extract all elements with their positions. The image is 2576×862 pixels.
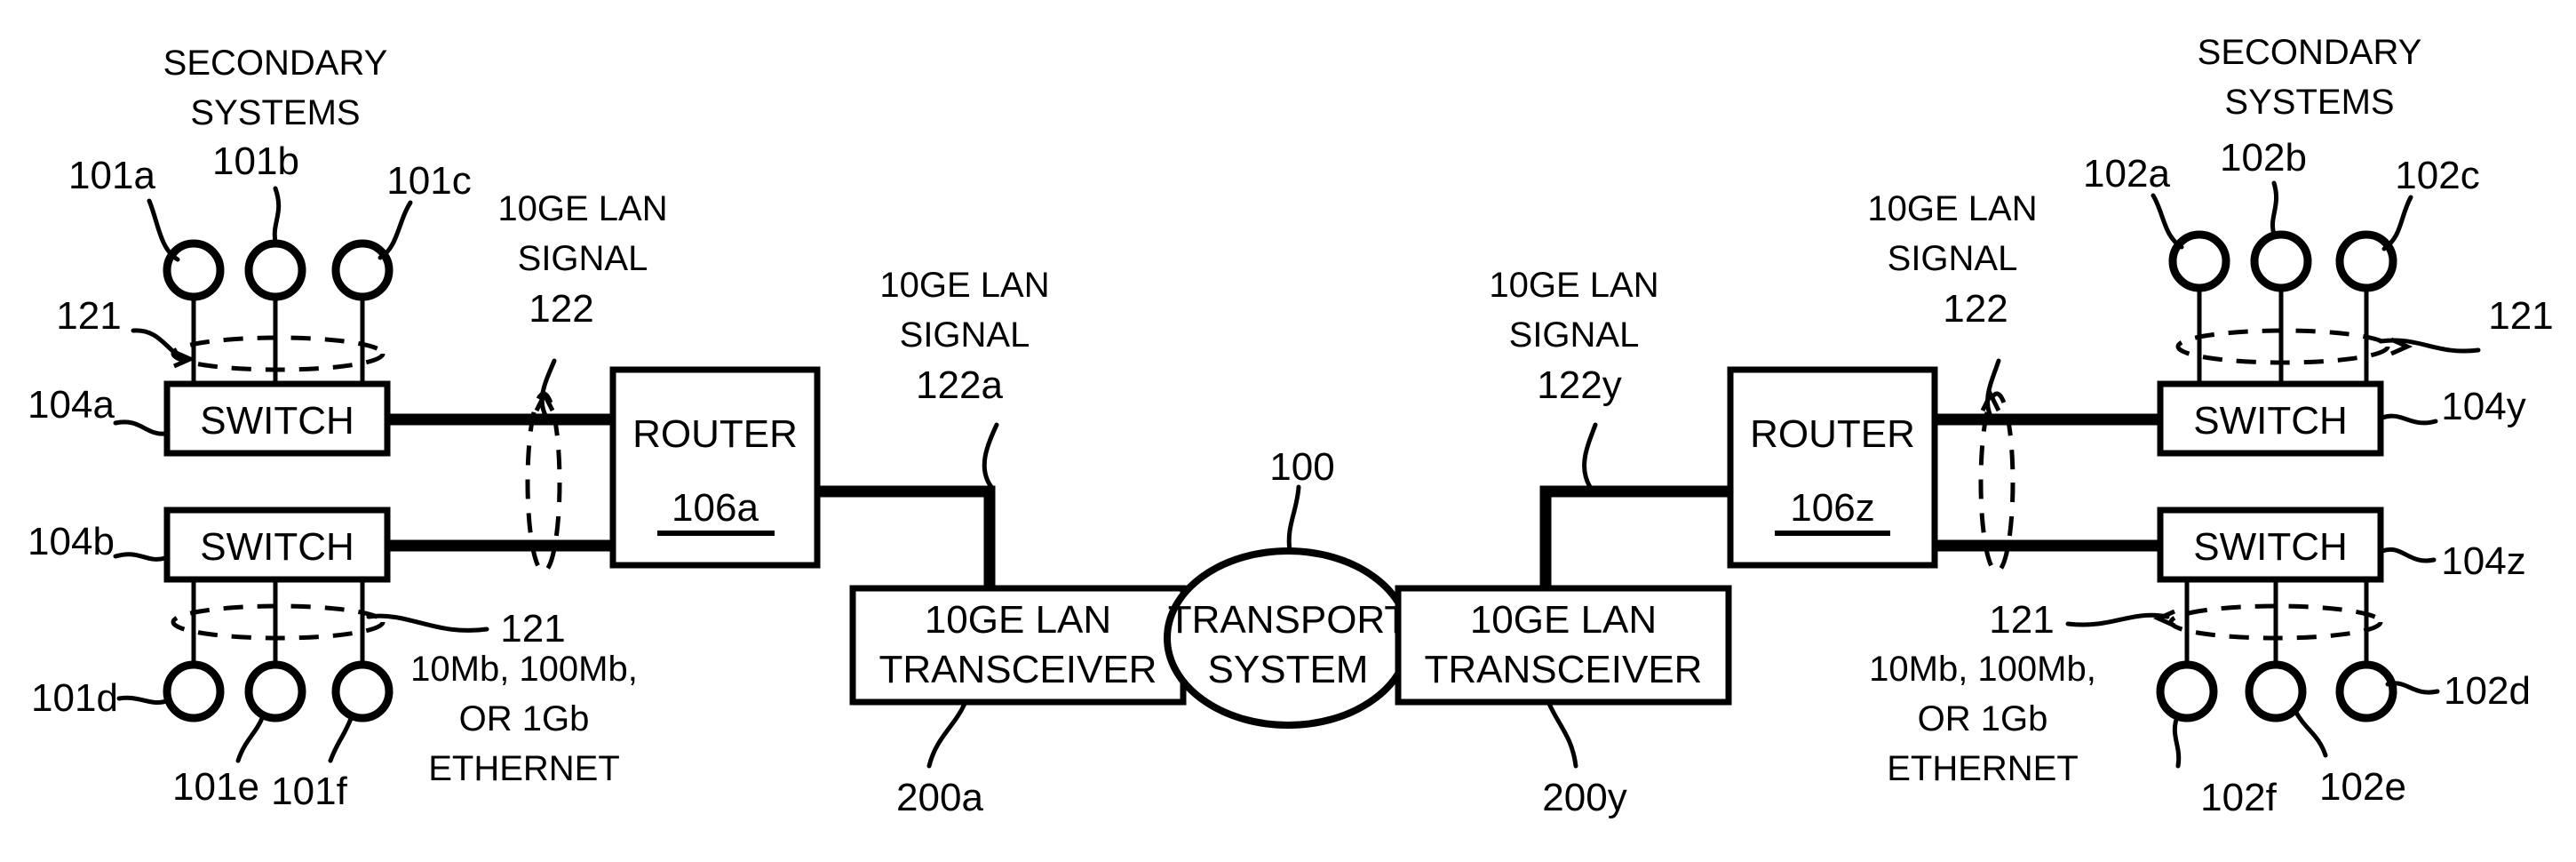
ref-102a: 102a bbox=[2083, 152, 2170, 196]
ref-121-top-right: 121 bbox=[2488, 294, 2553, 338]
leader-101b bbox=[272, 186, 282, 244]
ethernet-note-left-line3: ETHERNET bbox=[428, 749, 620, 788]
ref-100: 100 bbox=[1269, 445, 1334, 489]
leader-101e bbox=[235, 714, 266, 763]
transceiver-200a-line2: TRANSCEIVER bbox=[879, 648, 1157, 691]
leader-121-bottom-right bbox=[2065, 612, 2170, 627]
secondary-system-node-102d bbox=[2335, 660, 2397, 722]
secondary-systems-heading-left-line1: SECONDARY bbox=[163, 44, 388, 83]
network-diagram-svg: SECONDARY SYSTEMS 101a 101b 101c 121 SWI… bbox=[28, 33, 2554, 819]
secondary-system-node-102b bbox=[2250, 230, 2312, 292]
signal-label-right-outer-line2: SIGNAL bbox=[1509, 315, 1640, 355]
router-106z-ref: 106z bbox=[1790, 486, 1874, 530]
ref-102f: 102f bbox=[2200, 776, 2277, 819]
leader-121-bottom-left bbox=[366, 613, 489, 633]
switch-104b-label: SWITCH bbox=[200, 525, 354, 569]
ref-101e: 101e bbox=[172, 765, 259, 809]
leader-104a bbox=[113, 419, 168, 436]
ethernet-note-left-line2: OR 1Gb bbox=[459, 699, 590, 738]
signal-label-right-outer-line1: 10GE LAN bbox=[1489, 266, 1658, 305]
ref-101f: 101f bbox=[271, 770, 347, 813]
ref-102d: 102d bbox=[2444, 669, 2531, 713]
transport-system-line1: TRANSPORT bbox=[1168, 598, 1409, 642]
ref-102c: 102c bbox=[2395, 154, 2479, 197]
leader-104b bbox=[113, 552, 168, 562]
signal-ref-left-outer: 122a bbox=[916, 363, 1003, 407]
signal-label-right-inner-line1: 10GE LAN bbox=[1867, 189, 2037, 228]
secondary-systems-heading-left-line2: SYSTEMS bbox=[190, 93, 360, 132]
ethernet-note-left-line1: 10Mb, 100Mb, bbox=[410, 650, 638, 689]
signal-ref-right-outer: 122y bbox=[1537, 363, 1621, 407]
ref-104y: 104y bbox=[2441, 385, 2525, 428]
router-106a-title: ROUTER bbox=[632, 412, 798, 456]
leader-101f bbox=[328, 714, 354, 763]
link-bundle-121-bottom-left bbox=[171, 603, 386, 641]
transceiver-200y-line2: TRANSCEIVER bbox=[1425, 648, 1703, 691]
link-transceiver200y-router106z bbox=[1539, 485, 1730, 588]
ref-101c: 101c bbox=[386, 159, 471, 203]
signal-ref-right-inner: 122 bbox=[1943, 287, 2008, 331]
leader-122-right bbox=[1985, 358, 2001, 424]
ref-200a: 200a bbox=[896, 776, 983, 819]
leader-102f bbox=[2172, 712, 2182, 769]
ethernet-note-right-line1: 10Mb, 100Mb, bbox=[1869, 650, 2096, 689]
secondary-system-node-101a bbox=[163, 239, 225, 301]
leader-104z bbox=[2380, 547, 2437, 563]
signal-label-left-inner-line2: SIGNAL bbox=[518, 239, 648, 278]
ref-121-top-left: 121 bbox=[56, 294, 121, 338]
link-bundle-121-top-left bbox=[171, 335, 386, 372]
ref-104b: 104b bbox=[28, 520, 115, 563]
leader-104y bbox=[2380, 413, 2438, 426]
signal-label-left-outer-line1: 10GE LAN bbox=[879, 266, 1049, 305]
secondary-system-node-101b bbox=[244, 239, 306, 301]
ref-200y: 200y bbox=[1542, 776, 1626, 819]
leader-arrow-122-right bbox=[1980, 389, 2001, 412]
ref-121-bottom-right: 121 bbox=[1989, 598, 2054, 642]
ref-104a: 104a bbox=[28, 383, 115, 427]
transceiver-200a-line1: 10GE LAN bbox=[925, 598, 1111, 642]
ref-101d: 101d bbox=[31, 676, 118, 720]
secondary-system-node-102c bbox=[2335, 230, 2397, 292]
secondary-system-node-102f bbox=[2156, 660, 2218, 722]
secondary-system-node-101f bbox=[331, 660, 394, 722]
link-router106a-transceiver200a bbox=[817, 485, 996, 588]
signal-label-left-outer-line2: SIGNAL bbox=[900, 315, 1030, 355]
secondary-system-node-101d bbox=[163, 660, 225, 722]
transport-system-line2: SYSTEM bbox=[1208, 648, 1369, 691]
ref-121-bottom-left: 121 bbox=[500, 607, 565, 650]
secondary-system-node-101c bbox=[331, 239, 394, 301]
secondary-systems-heading-right-line2: SYSTEMS bbox=[2224, 83, 2394, 122]
router-106a-ref: 106a bbox=[672, 486, 759, 530]
leader-122a bbox=[982, 422, 999, 490]
leader-122y bbox=[1582, 422, 1598, 490]
ref-102e: 102e bbox=[2319, 765, 2406, 809]
ref-104z: 104z bbox=[2441, 539, 2525, 583]
ref-101b: 101b bbox=[212, 140, 299, 183]
leader-102a bbox=[2151, 193, 2184, 250]
signal-label-right-inner-line2: SIGNAL bbox=[1888, 239, 2018, 278]
leader-102b bbox=[2270, 180, 2279, 237]
leader-200a bbox=[926, 701, 967, 769]
ethernet-note-right-line3: ETHERNET bbox=[1887, 749, 2079, 788]
ethernet-note-right-line2: OR 1Gb bbox=[1918, 699, 2048, 738]
patent-figure-canvas: SECONDARY SYSTEMS 101a 101b 101c 121 SWI… bbox=[0, 0, 2576, 862]
leader-200y bbox=[1546, 701, 1578, 769]
ref-102b: 102b bbox=[2220, 136, 2307, 180]
transceiver-200y-line1: 10GE LAN bbox=[1470, 598, 1657, 642]
router-106z-title: ROUTER bbox=[1750, 412, 1915, 456]
secondary-systems-heading-right-line1: SECONDARY bbox=[2198, 33, 2422, 72]
leader-101d bbox=[116, 695, 171, 706]
leader-102e bbox=[2293, 708, 2328, 758]
secondary-system-node-101e bbox=[244, 660, 306, 722]
signal-ref-left-inner: 122 bbox=[529, 287, 593, 331]
leader-100 bbox=[1286, 484, 1301, 554]
switch-104y-label: SWITCH bbox=[2193, 399, 2348, 443]
signal-label-left-inner-line1: 10GE LAN bbox=[497, 189, 667, 228]
switch-104z-label: SWITCH bbox=[2193, 525, 2348, 569]
switch-104a-label: SWITCH bbox=[200, 399, 354, 443]
ref-101a: 101a bbox=[68, 154, 155, 197]
secondary-system-node-102a bbox=[2168, 230, 2230, 292]
